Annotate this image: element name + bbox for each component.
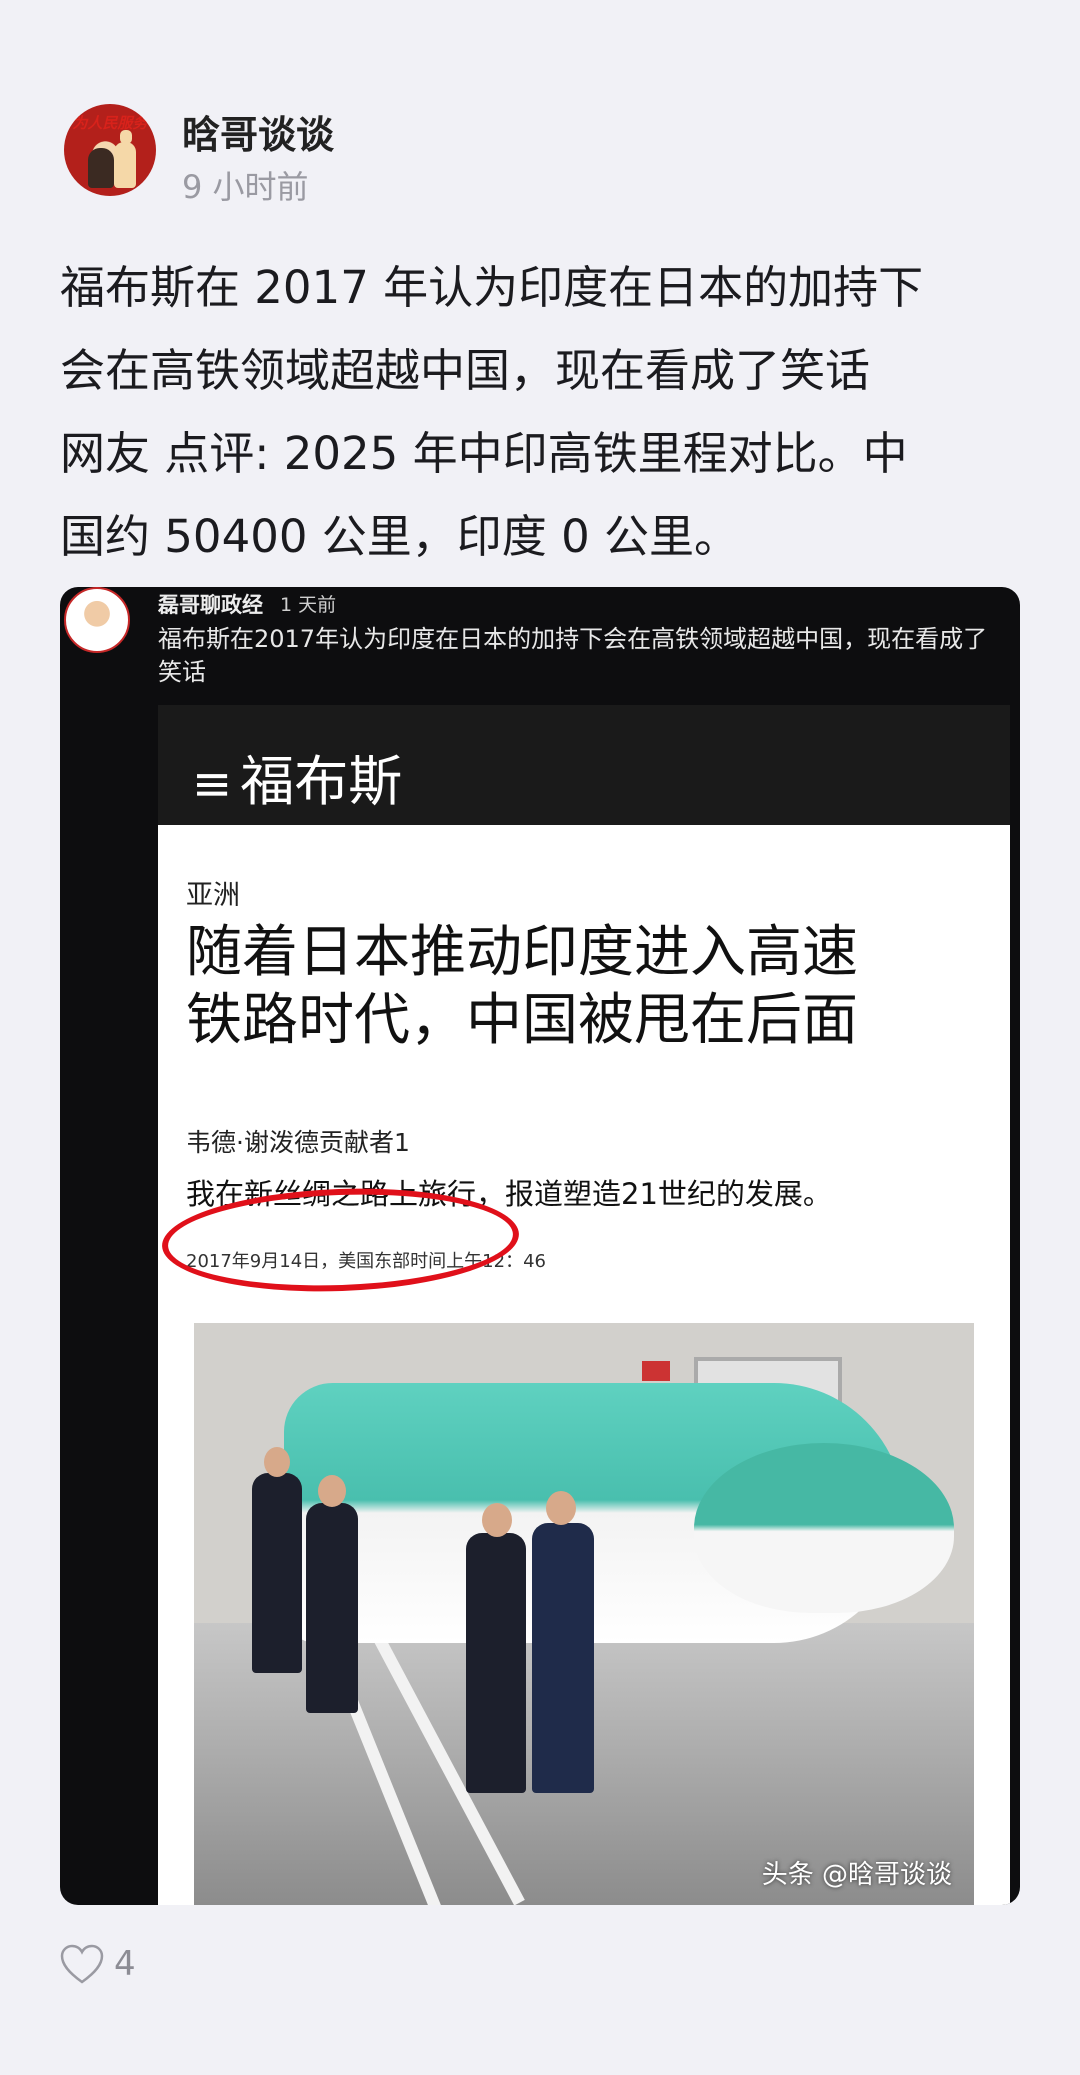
avatar-figure [88,148,114,188]
forbes-logo: ≡ 福布斯 [192,737,402,816]
watermark: 头条 @晗哥谈谈 [761,1860,952,1890]
like-count: 4 [114,1944,136,1984]
embedded-author-name: 磊哥聊政经 [158,593,263,617]
person-head [264,1447,290,1477]
post-time: 9 小时前 [182,168,309,206]
forbes-header: ≡ 福布斯 [158,705,1010,825]
bullet-train-nose [694,1443,954,1613]
post-line: 国约 50400 公里，印度 0 公里。 [60,510,739,563]
post-line: 会在高铁领域超越中国，现在看成了笑话 [60,344,871,397]
menu-icon: ≡ [192,756,233,812]
person-head [482,1503,512,1537]
article-screenshot: ≡ 福布斯 亚洲 随着日本推动印度进入高速 铁路时代，中国被甩在后面 韦德·谢泼德… [158,705,1010,1905]
article-author: 韦德·谢泼德贡献者1 [186,1128,410,1157]
post-header: 为人民服务 晗哥谈谈 9 小时前 [64,104,984,206]
person-head [318,1475,346,1507]
article-section: 亚洲 [186,880,240,911]
train-photo: 头条 @晗哥谈谈 [194,1323,974,1905]
person [252,1473,302,1673]
avatar-fist [120,130,132,144]
author-name[interactable]: 晗哥谈谈 [182,104,334,159]
embedded-caption: 福布斯在2017年认为印度在日本的加持下会在高铁领域超越中国，现在看成了笑话 [158,625,988,686]
post-body: 福布斯在 2017 年认为印度在日本的加持下 会在高铁领域超越中国，现在看成了笑… [60,246,1010,578]
post-line: 网友 点评: 2025 年中印高铁里程对比。中 [60,427,908,480]
post-image[interactable]: 磊哥聊政经 1 天前 福布斯在2017年认为印度在日本的加持下会在高铁领域超越中… [60,587,1020,1905]
author-avatar[interactable]: 为人民服务 [64,104,156,196]
person [306,1503,358,1713]
red-sign [642,1361,670,1381]
avatar-figure [114,142,136,188]
person [532,1523,594,1793]
headline-line: 铁路时代，中国被甩在后面 [186,988,858,1053]
person [466,1533,526,1793]
headline-line: 随着日本推动印度进入高速 [186,920,858,985]
post-line: 福布斯在 2017 年认为印度在日本的加持下 [60,261,924,314]
embedded-author-avatar [64,587,130,653]
forbes-logo-text: 福布斯 [240,750,403,813]
person-head [546,1491,576,1525]
avatar-slogan: 为人民服务 [72,114,148,132]
article-headline: 随着日本推动印度进入高速 铁路时代，中国被甩在后面 [186,919,986,1055]
heart-icon[interactable] [60,1944,104,1986]
embedded-post-time: 1 天前 [280,594,337,616]
